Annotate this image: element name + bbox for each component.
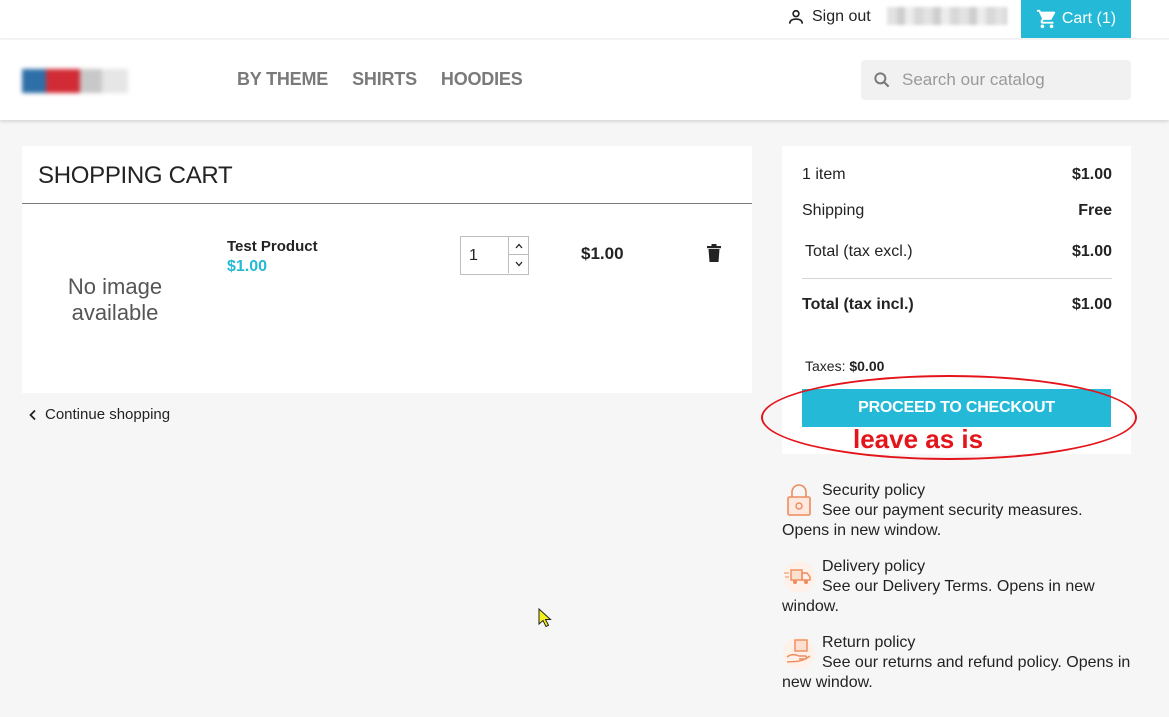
delivery-truck-icon <box>783 561 815 593</box>
top-bar: Sign out Cart (1) <box>0 0 1169 39</box>
reassurance-security[interactable]: Security policy See our payment security… <box>782 481 1132 541</box>
taxes-value: $0.00 <box>849 358 885 374</box>
account-name-redacted[interactable] <box>887 7 1007 25</box>
quantity-input[interactable] <box>461 237 508 274</box>
product-name-link[interactable]: Test Product <box>227 238 318 255</box>
cart-button[interactable]: Cart (1) <box>1021 0 1131 38</box>
main-menu: BY THEME SHIRTS HOODIES <box>237 69 523 90</box>
store-logo[interactable] <box>22 69 128 93</box>
return-box-icon <box>783 637 815 669</box>
summary-total-excl-value: $1.00 <box>1071 243 1112 260</box>
summary-total-incl-row: Total (tax incl.) $1.00 <box>802 296 1112 314</box>
continue-shopping-link[interactable]: Continue shopping <box>27 406 170 423</box>
product-unit-price: $1.00 <box>227 258 268 275</box>
summary-items-label: 1 item <box>802 166 846 183</box>
cart-panel: SHOPPING CART No image available Test Pr… <box>22 146 752 393</box>
chevron-down-icon <box>515 261 523 267</box>
chevron-left-icon <box>29 409 36 420</box>
search-icon[interactable] <box>872 70 892 90</box>
summary-total-incl-value: $1.00 <box>1071 296 1112 313</box>
reassurance-return-desc: See our returns and refund policy. Opens… <box>782 654 1131 691</box>
summary-shipping-label: Shipping <box>802 202 865 219</box>
continue-shopping-label: Continue shopping <box>45 406 171 423</box>
reassurance-delivery-desc: See our Delivery Terms. Opens in new win… <box>782 578 1095 615</box>
product-image-placeholder[interactable]: No image available <box>52 274 178 326</box>
summary-items-row: 1 item $1.00 <box>802 166 1112 184</box>
summary-taxes: Taxes: $0.00 <box>805 358 884 374</box>
trash-icon[interactable] <box>706 243 722 263</box>
reassurance-security-title: Security policy <box>822 482 926 499</box>
reassurance-delivery-title: Delivery policy <box>822 558 926 575</box>
divider <box>22 203 752 204</box>
search-input[interactable] <box>902 70 1122 90</box>
cart-label: Cart (1) <box>1061 10 1117 27</box>
reassurance-delivery[interactable]: Delivery policy See our Delivery Terms. … <box>782 557 1132 617</box>
reassurance-return[interactable]: Return policy See our returns and refund… <box>782 633 1132 693</box>
search-box <box>861 60 1131 100</box>
sign-out-label: Sign out <box>812 8 871 25</box>
summary-total-excl-label: Total (tax excl.) <box>805 243 913 260</box>
chevron-up-icon <box>515 243 523 248</box>
user-icon <box>788 9 804 24</box>
lock-icon <box>787 484 811 516</box>
reassurance-return-title: Return policy <box>822 634 916 651</box>
summary-shipping-row: Shipping Free <box>802 202 1112 220</box>
no-image-text-line1: No image <box>67 274 163 299</box>
no-image-text-line2: available <box>71 300 159 325</box>
cart-icon <box>1036 9 1056 29</box>
quantity-stepper <box>460 236 529 275</box>
cart-summary: 1 item $1.00 Shipping Free Total (tax ex… <box>782 146 1131 454</box>
line-total-price: $1.00 <box>581 244 624 263</box>
proceed-to-checkout-button[interactable]: PROCEED TO CHECKOUT <box>802 389 1111 427</box>
menu-item-by-theme[interactable]: BY THEME <box>237 69 328 90</box>
divider <box>802 278 1112 279</box>
summary-shipping-value: Free <box>1078 202 1112 219</box>
menu-item-shirts[interactable]: SHIRTS <box>352 69 417 90</box>
summary-total-excl-row: Total (tax excl.) $1.00 <box>805 243 1112 261</box>
main-navbar: BY THEME SHIRTS HOODIES <box>0 40 1169 120</box>
page-title: SHOPPING CART <box>38 162 233 189</box>
sign-out-link[interactable]: Sign out <box>786 6 871 28</box>
quantity-decrease-button[interactable] <box>508 255 529 273</box>
summary-total-incl-label: Total (tax incl.) <box>802 296 914 313</box>
reassurance-security-desc: See our payment security measures. Opens… <box>782 502 1083 539</box>
taxes-label: Taxes: <box>805 358 846 374</box>
menu-item-hoodies[interactable]: HOODIES <box>441 69 523 90</box>
summary-items-value: $1.00 <box>1071 166 1112 183</box>
mouse-cursor-icon <box>538 608 552 628</box>
quantity-increase-button[interactable] <box>508 237 529 255</box>
